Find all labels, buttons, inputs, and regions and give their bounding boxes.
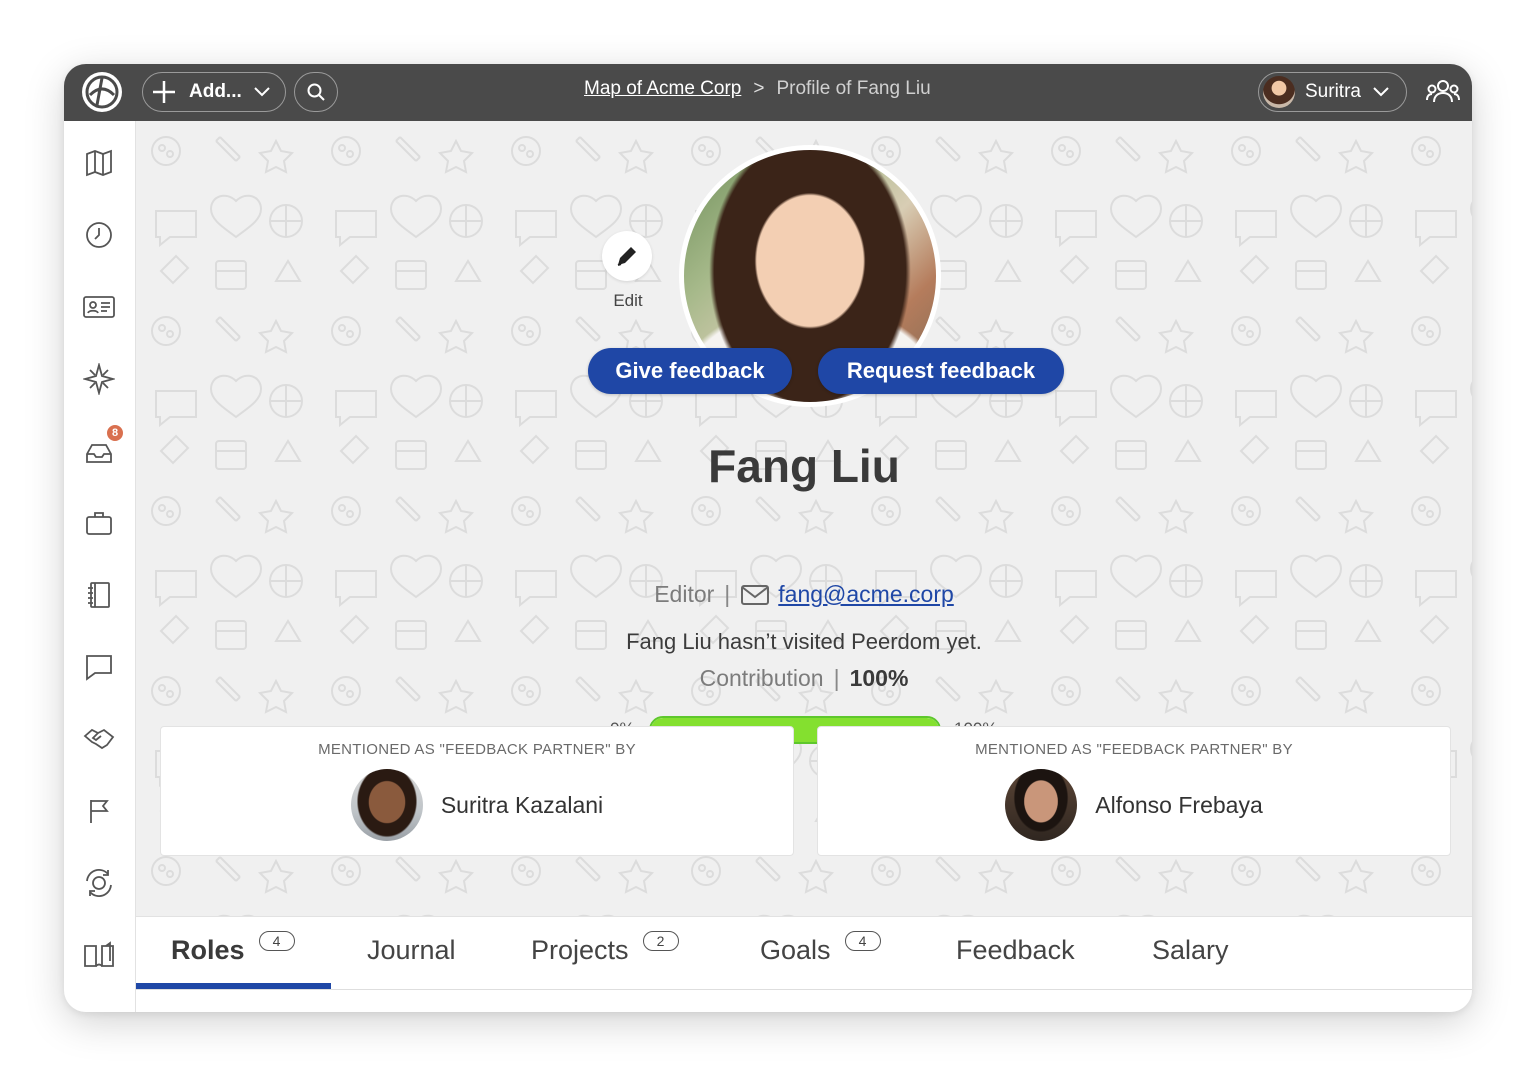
card-heading: MENTIONED AS "FEEDBACK PARTNER" BY [318, 741, 636, 758]
edit-label: Edit [613, 291, 643, 310]
tab-salary[interactable]: Salary [1152, 935, 1229, 966]
tab-projects[interactable]: Projects 2 [531, 931, 679, 966]
tab-journal[interactable]: Journal [367, 935, 456, 966]
card-heading: MENTIONED AS "FEEDBACK PARTNER" BY [975, 741, 1293, 758]
profile-main: Edit Give feedback Request feedback Fang… [136, 121, 1472, 1012]
partner-person[interactable]: Suritra Kazalani [161, 769, 793, 841]
compass-star-icon[interactable] [81, 361, 117, 397]
profile-role: Editor [654, 581, 715, 607]
notebook-icon[interactable] [81, 577, 117, 613]
plus-icon [153, 81, 175, 103]
tab-label: Salary [1152, 935, 1229, 965]
partner-person[interactable]: Alfonso Frebaya [818, 769, 1450, 841]
app-window: Add... Map of Acme Corp > Profile of Fan… [64, 64, 1472, 1012]
contribution-value: 100% [849, 665, 909, 691]
mail-icon [741, 584, 770, 605]
breadcrumb-current: Profile of Fang Liu [776, 78, 931, 99]
tab-count: 4 [844, 931, 881, 951]
feedback-partner-card: MENTIONED AS "FEEDBACK PARTNER" BY Alfon… [817, 726, 1451, 856]
contribution-label: Contribution [699, 665, 824, 691]
sidebar: 8 [64, 121, 136, 1012]
top-bar: Add... Map of Acme Corp > Profile of Fan… [64, 64, 1472, 121]
flag-icon[interactable] [81, 793, 117, 829]
divider [136, 989, 1472, 990]
contribution-row: Contribution | 100% [136, 665, 1472, 692]
avatar [1005, 769, 1078, 841]
breadcrumb-map-link[interactable]: Map of Acme Corp [584, 78, 741, 100]
profile-email-link[interactable]: fang@acme.corp [778, 581, 954, 608]
clock-icon[interactable] [81, 217, 117, 253]
partner-name: Suritra Kazalani [440, 791, 604, 818]
tab-goals[interactable]: Goals 4 [760, 931, 881, 966]
tab-feedback[interactable]: Feedback [956, 935, 1075, 966]
tab-label: Feedback [956, 935, 1075, 965]
tab-label: Goals [760, 935, 831, 965]
inbox-icon[interactable]: 8 [81, 423, 125, 469]
profile-tabs: Roles 4 Journal Projects 2 Goals 4 Feedb… [136, 916, 1472, 1012]
avatar [350, 769, 423, 841]
user-name: Suritra [1305, 81, 1361, 102]
tab-label: Journal [367, 935, 456, 965]
peerdom-logo-icon[interactable] [82, 72, 122, 112]
tab-count: 2 [642, 931, 679, 951]
visited-status: Fang Liu hasn’t visited Peerdom yet. [626, 629, 982, 654]
user-avatar [1263, 76, 1295, 108]
chevron-down-icon [1373, 87, 1389, 97]
divider: | [833, 665, 840, 691]
partner-name: Alfonso Frebaya [1095, 791, 1263, 818]
team-icon[interactable] [1426, 78, 1460, 106]
sync-icon[interactable] [81, 865, 117, 901]
chat-icon[interactable] [81, 649, 117, 685]
map-icon[interactable] [81, 145, 117, 181]
breadcrumb-separator: > [753, 78, 765, 99]
tab-roles[interactable]: Roles 4 [171, 931, 295, 966]
tab-label: Projects [531, 935, 629, 965]
notification-badge: 8 [105, 423, 125, 443]
request-feedback-button[interactable]: Request feedback [818, 348, 1064, 394]
user-menu-button[interactable]: Suritra [1258, 72, 1407, 112]
profile-meta: Editor | fang@acme.corp [136, 581, 1472, 608]
pencil-icon [602, 231, 652, 281]
chevron-down-icon [254, 87, 270, 97]
book-icon[interactable] [81, 937, 117, 973]
breadcrumb: Map of Acme Corp > Profile of Fang Liu [584, 78, 931, 100]
search-button[interactable] [294, 72, 338, 112]
feedback-partner-card: MENTIONED AS "FEEDBACK PARTNER" BY Surit… [160, 726, 794, 856]
give-feedback-button[interactable]: Give feedback [588, 348, 792, 394]
briefcase-icon[interactable] [81, 505, 117, 541]
id-card-icon[interactable] [81, 289, 117, 325]
divider: | [724, 581, 731, 607]
add-button[interactable]: Add... [142, 72, 286, 112]
tab-label: Roles [171, 935, 245, 965]
search-icon [307, 83, 325, 101]
tab-count: 4 [258, 931, 295, 951]
add-button-label: Add... [189, 81, 242, 102]
profile-name: Fang Liu [708, 440, 900, 492]
handshake-icon[interactable] [81, 721, 117, 757]
edit-profile-button[interactable]: Edit [602, 231, 654, 311]
